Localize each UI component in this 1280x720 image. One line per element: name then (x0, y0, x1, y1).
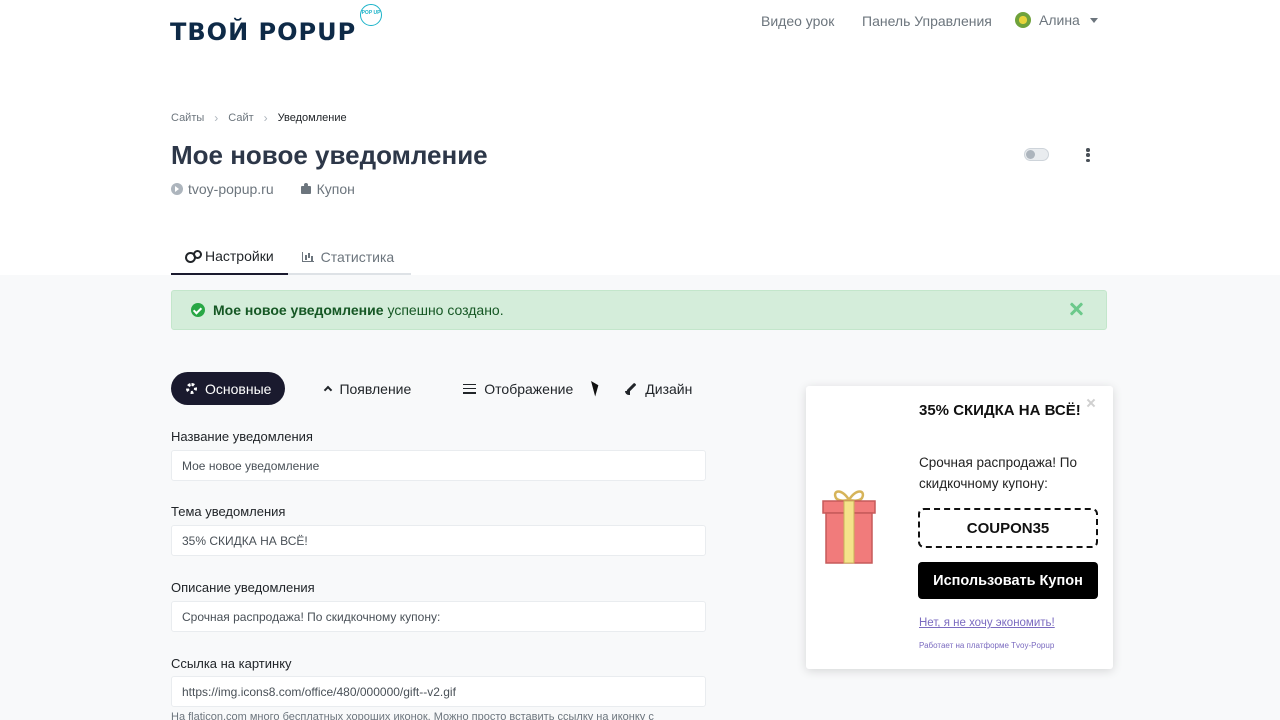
chevron-up-icon (324, 385, 333, 395)
nav-video-lesson[interactable]: Видео урок (761, 13, 834, 29)
settings-subtabs: Основные Появление Отображение Дизайн (171, 372, 692, 405)
subtab-basic[interactable]: Основные (171, 372, 286, 405)
arrow-circle-icon (171, 183, 183, 195)
subtab-basic-label: Основные (205, 380, 272, 397)
user-name: Алина (1039, 12, 1080, 28)
check-circle-icon (191, 303, 205, 317)
site-link[interactable]: tvoy-popup.ru (171, 181, 274, 197)
image-url-label: Ссылка на картинку (171, 656, 292, 671)
top-navbar: ТВОЙ POPUP POP UP Видео урок Панель Упра… (0, 0, 1280, 46)
page-meta: tvoy-popup.ru Купон (171, 181, 381, 197)
use-coupon-button[interactable]: Использовать Купон (918, 562, 1098, 599)
image-url-input[interactable] (171, 676, 706, 707)
alert-notification-name: Мое новое уведомление (213, 302, 384, 318)
nav-dashboard[interactable]: Панель Управления (862, 13, 992, 29)
tab-settings[interactable]: Настройки (171, 238, 288, 275)
subtab-design[interactable]: Дизайн (625, 372, 692, 405)
logo-badge: POP UP (360, 4, 382, 26)
description-input[interactable] (171, 601, 706, 632)
tab-statistics[interactable]: Статистика (288, 238, 409, 275)
powered-by: Работает на платформе Tvoy-Popup (919, 641, 1055, 650)
subtab-display-label: Отображение (484, 380, 574, 397)
preview-coupon-code[interactable]: COUPON35 (918, 508, 1098, 548)
breadcrumb-sites[interactable]: Сайты (171, 112, 204, 124)
alert-text: успешно создано. (387, 302, 504, 318)
tab-statistics-label: Статистика (320, 248, 395, 265)
paint-brush-icon (625, 383, 637, 395)
name-label: Название уведомления (171, 429, 313, 444)
caret-down-icon (1089, 17, 1098, 23)
chevron-right-icon: › (214, 111, 219, 125)
gift-icon (822, 490, 876, 564)
avatar (1015, 12, 1031, 28)
more-options-icon[interactable] (1082, 146, 1094, 164)
cog-icon (186, 383, 197, 394)
tab-settings-label: Настройки (205, 247, 274, 264)
image-url-hint: На flaticon.com много бесплатных хороших… (171, 711, 654, 720)
breadcrumb: Сайты › Сайт › Уведомление (171, 111, 347, 125)
breadcrumb-notification: Уведомление (277, 112, 347, 124)
logo-text: ТВОЙ POPUP (170, 18, 357, 46)
subtab-appearance-label: Появление (339, 380, 412, 397)
preview-title: 35% СКИДКА НА ВСЁ! (919, 402, 1081, 419)
decline-link[interactable]: Нет, я не хочу экономить! (919, 617, 1055, 629)
name-input[interactable] (171, 450, 706, 481)
chevron-right-icon: › (263, 111, 268, 125)
theme-label: Тема уведомления (171, 504, 286, 519)
popup-preview: 35% СКИДКА НА ВСЁ! Срочная распродажа! П… (806, 386, 1113, 669)
notification-type: Купон (300, 181, 355, 197)
page-title: Мое новое уведомление (171, 140, 488, 170)
close-icon[interactable] (1068, 301, 1084, 317)
user-menu[interactable]: Алина (1015, 12, 1098, 28)
subtab-appearance[interactable]: Появление (324, 372, 412, 405)
site-domain: tvoy-popup.ru (188, 181, 274, 197)
notification-type-label: Купон (316, 181, 355, 197)
bar-chart-icon (301, 251, 314, 262)
subtab-design-label: Дизайн (645, 380, 693, 397)
sliders-icon (463, 383, 477, 394)
gears-icon (185, 249, 202, 263)
puzzle-icon (300, 183, 312, 195)
success-alert: Мое новое уведомление успешно создано. (171, 290, 1107, 330)
subtab-display[interactable]: Отображение (463, 372, 573, 405)
theme-input[interactable] (171, 525, 706, 556)
description-label: Описание уведомления (171, 580, 315, 595)
breadcrumb-site[interactable]: Сайт (228, 112, 253, 124)
main-tabs: Настройки Статистика (171, 238, 411, 275)
active-toggle[interactable] (1024, 148, 1049, 161)
preview-description: Срочная распродажа! По скидкочному купон… (919, 455, 1077, 491)
